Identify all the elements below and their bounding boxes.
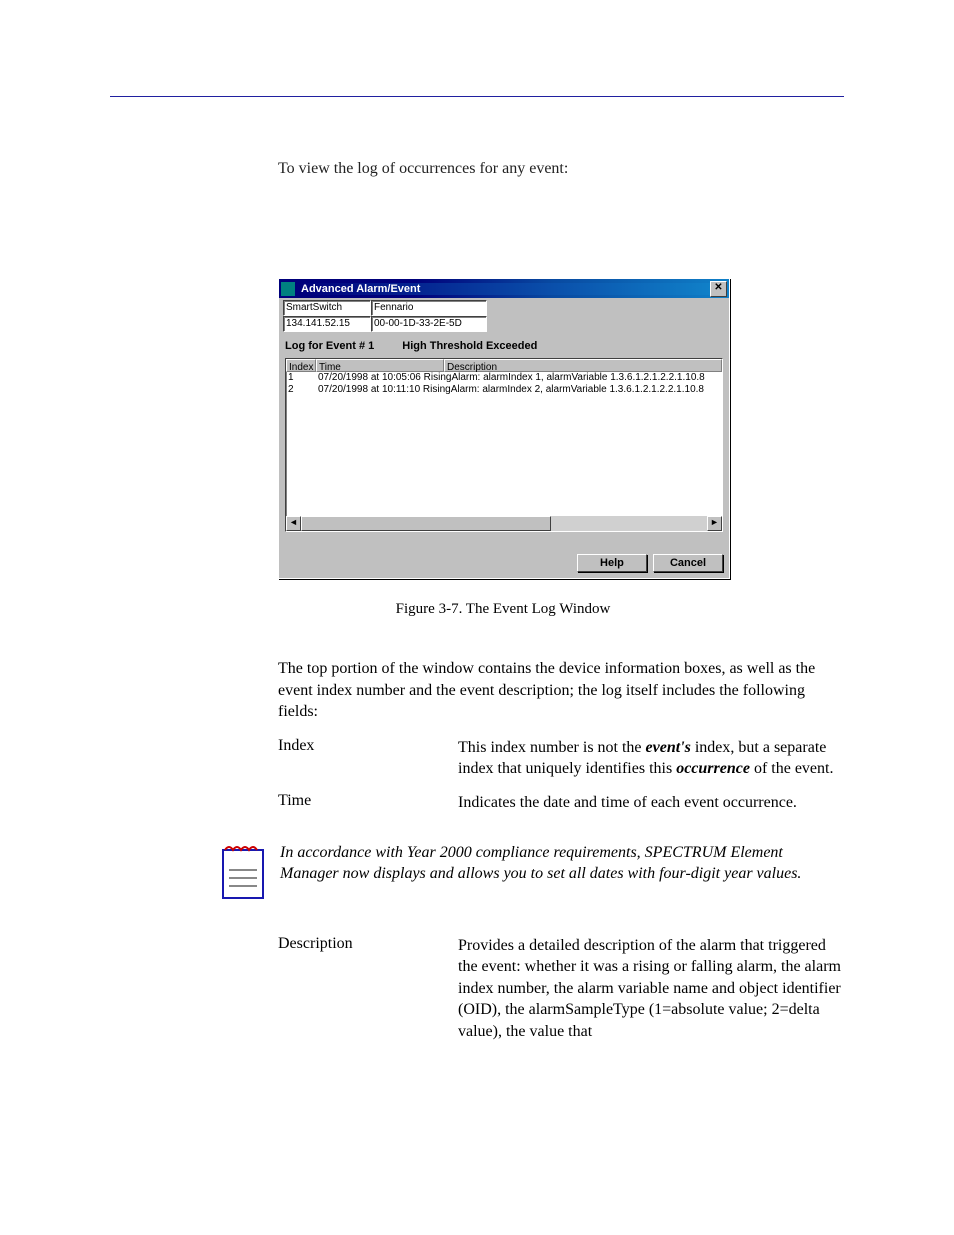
def-term-description: Description <box>278 935 458 1043</box>
log-description: High Threshold Exceeded <box>402 340 537 352</box>
def-term-time: Time <box>278 792 458 814</box>
cell-index: 1 <box>286 372 316 384</box>
figure-block: Advanced Alarm/Event ✕ SmartSwitch Fenna… <box>278 278 844 618</box>
device-name-field: SmartSwitch <box>283 300 371 316</box>
figure-caption: Figure 3-7. The Event Log Window <box>278 601 728 618</box>
scroll-right-icon[interactable]: ► <box>707 516 722 531</box>
scroll-thumb[interactable] <box>301 516 551 531</box>
col-time[interactable]: Time <box>316 359 444 372</box>
cell-rest: 07/20/1998 at 10:05:06 RisingAlarm: alar… <box>316 372 722 384</box>
log-label: Log for Event # 1 <box>285 340 374 352</box>
table-row[interactable]: 1 07/20/1998 at 10:05:06 RisingAlarm: al… <box>286 372 722 384</box>
def-body-index: This index number is not the event's ind… <box>458 737 844 780</box>
log-table: Index Time Description 1 07/20/1998 at 1… <box>285 358 723 532</box>
intro-text: To view the log of occurrences for any e… <box>278 160 844 178</box>
mac-field: 00-00-1D-33-2E-5D <box>371 316 487 332</box>
location-field: Fennario <box>371 300 487 316</box>
close-icon[interactable]: ✕ <box>710 281 727 297</box>
def-body-time: Indicates the date and time of each even… <box>458 792 844 814</box>
scroll-left-icon[interactable]: ◄ <box>286 516 301 531</box>
def-description: Description Provides a detailed descript… <box>278 935 844 1043</box>
ip-field: 134.141.52.15 <box>283 316 371 332</box>
col-index[interactable]: Index <box>286 359 316 372</box>
table-row[interactable]: 2 07/20/1998 at 10:11:10 RisingAlarm: al… <box>286 384 722 396</box>
horizontal-scrollbar[interactable]: ◄ ► <box>286 516 722 531</box>
event-log-window: Advanced Alarm/Event ✕ SmartSwitch Fenna… <box>278 278 730 579</box>
window-title: Advanced Alarm/Event <box>299 283 710 295</box>
note-text: In accordance with Year 2000 compliance … <box>280 842 844 885</box>
cell-index: 2 <box>286 384 316 396</box>
note-block: In accordance with Year 2000 compliance … <box>220 842 844 905</box>
def-body-description: Provides a detailed description of the a… <box>458 935 844 1043</box>
notepad-icon <box>220 842 266 905</box>
def-term-index: Index <box>278 737 458 780</box>
app-icon <box>281 282 295 296</box>
page-top-rule <box>110 96 844 97</box>
help-button[interactable]: Help <box>577 554 647 572</box>
para-window-description: The top portion of the window contains t… <box>278 658 844 723</box>
col-description[interactable]: Description <box>444 359 722 372</box>
cell-rest: 07/20/1998 at 10:11:10 RisingAlarm: alar… <box>316 384 722 396</box>
def-time: Time Indicates the date and time of each… <box>278 792 844 814</box>
def-index: Index This index number is not the event… <box>278 737 844 780</box>
cancel-button[interactable]: Cancel <box>653 554 723 572</box>
window-titlebar: Advanced Alarm/Event ✕ <box>279 279 729 298</box>
